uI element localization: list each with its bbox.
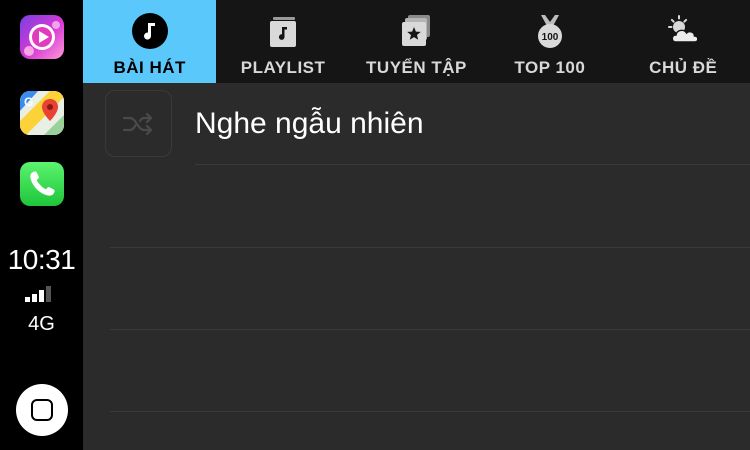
status-time: 10:31 [7, 244, 76, 275]
tab-label: TUYỂN TẬP [366, 58, 467, 77]
top100-badge-icon: 100 [537, 15, 562, 48]
svg-text:100: 100 [542, 32, 559, 43]
shuffle-icon-box [105, 90, 172, 157]
phone-app-icon[interactable] [20, 162, 64, 206]
shuffle-icon [122, 112, 153, 136]
collection-star-icon [402, 15, 431, 46]
tab-songs[interactable]: BÀI HÁT [83, 0, 217, 83]
tab-collections[interactable]: TUYỂN TẬP [350, 0, 483, 83]
music-app-icon[interactable] [20, 15, 64, 59]
row-divider [195, 164, 750, 165]
tab-bar: BÀI HÁT PLAYLIST TUYỂN TẬP 100 TOP 100 C… [83, 0, 750, 83]
shuffle-play-label: Nghe ngẫu nhiên [195, 107, 424, 140]
tab-top100[interactable]: 100 TOP 100 [483, 0, 616, 83]
shuffle-play-row[interactable]: Nghe ngẫu nhiên [83, 83, 750, 165]
tab-playlist[interactable]: PLAYLIST [216, 0, 349, 83]
weather-topic-icon [668, 15, 699, 43]
row-divider [110, 411, 750, 412]
tab-label: CHỦ ĐỀ [649, 58, 718, 77]
tab-label: PLAYLIST [240, 58, 326, 77]
home-square-icon [31, 399, 53, 421]
row-divider [110, 247, 750, 248]
tab-label: TOP 100 [514, 58, 586, 77]
svg-text:G: G [24, 95, 33, 109]
tab-topics[interactable]: CHỦ ĐỀ [617, 0, 750, 83]
row-divider [110, 329, 750, 330]
tab-label: BÀI HÁT [113, 58, 186, 77]
cellular-signal-icon [25, 286, 51, 302]
carplay-dock: G 10:31 4G [0, 0, 83, 450]
carplay-home-button[interactable] [16, 384, 68, 436]
playlist-icon [270, 17, 297, 47]
maps-app-icon[interactable]: G [20, 91, 64, 135]
song-list: Nghe ngẫu nhiên [83, 83, 750, 450]
music-note-icon [131, 13, 168, 49]
network-type: 4G [28, 313, 55, 335]
